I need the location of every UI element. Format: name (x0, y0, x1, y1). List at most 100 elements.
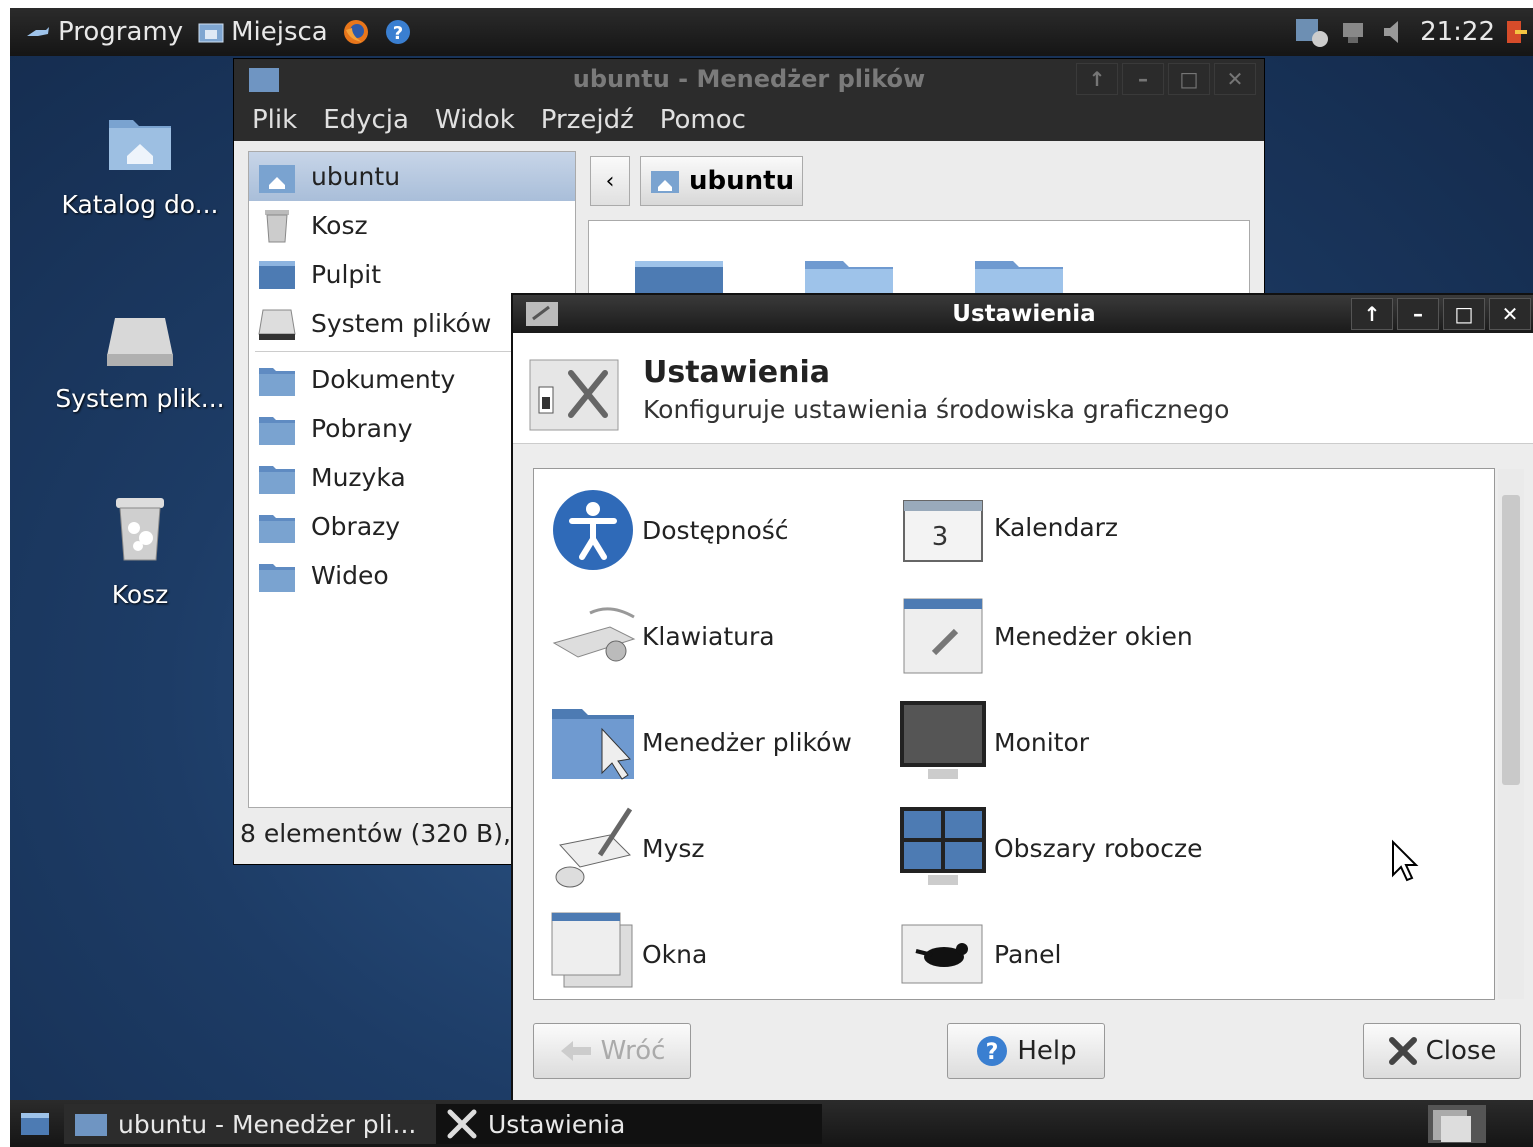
xfce-mouse-icon (27, 27, 49, 36)
desktop-icon-trash-label: Kosz (111, 580, 169, 609)
mouse-icon (555, 807, 633, 888)
keyboard-icon (552, 607, 636, 662)
settings-close-x-button[interactable]: ✕ (1489, 298, 1531, 330)
settings-item-label: Dostępność (642, 515, 789, 545)
settings-item-windows[interactable]: Okna (550, 911, 707, 997)
home-folder-icon (109, 120, 171, 170)
menu-pomoc[interactable]: Pomoc (660, 105, 746, 135)
menu-widok[interactable]: Widok (435, 105, 515, 135)
settings-window[interactable]: Ustawienia ↑ – □ ✕ Ustawienia Konfiguruj… (511, 293, 1533, 1102)
help-icon: ? (977, 1036, 1008, 1066)
taskbar-item-label: ubuntu - Menedżer pli... (118, 1109, 417, 1139)
settings-item-mouse[interactable]: Mysz (550, 805, 705, 891)
help-launcher[interactable]: ? (384, 18, 412, 46)
sidebar-item-trash[interactable]: Kosz (249, 201, 575, 250)
file-manager-window-icon (249, 68, 279, 92)
settings-item-window-manager[interactable]: Menedżer okien (898, 593, 1193, 679)
places-menu[interactable]: Miejsca (197, 17, 328, 47)
settings-minimize-button[interactable]: – (1397, 298, 1439, 330)
desktop-icon-trash[interactable]: Kosz (45, 492, 235, 609)
taskbar-item-file-manager[interactable]: ubuntu - Menedżer pli... (64, 1104, 444, 1144)
settings-item-workspaces[interactable]: Obszary robocze (898, 805, 1202, 891)
settings-raise-button[interactable]: ↑ (1351, 298, 1393, 330)
settings-item-label: Klawiatura (642, 621, 775, 651)
help-button[interactable]: ? Help (947, 1023, 1105, 1079)
menu-edycja[interactable]: Edycja (323, 105, 409, 135)
settings-maximize-button[interactable]: □ (1443, 298, 1485, 330)
folder-icon[interactable] (973, 257, 1065, 297)
settings-item-calendar[interactable]: 3 Kalendarz (898, 487, 1118, 567)
programs-menu-label: Programy (58, 17, 184, 47)
panel-icon (901, 924, 983, 984)
settings-item-label: Kalendarz (994, 512, 1119, 542)
file-manager-menubar: Plik Edycja Widok Przejdź Pomoc (234, 99, 1264, 141)
settings-subtitle: Konfiguruje ustawienia środowiska grafic… (643, 395, 1230, 424)
close-button-label: Close (1425, 1036, 1497, 1066)
desktop-icon-home[interactable]: Katalog do... (45, 112, 235, 219)
workspaces-icon (900, 807, 986, 885)
back-button[interactable]: Wróć (533, 1023, 691, 1079)
drive-icon (107, 318, 173, 366)
taskbar-item-label: Ustawienia (488, 1109, 626, 1139)
settings-item-label: Okna (642, 939, 708, 969)
arrow-left-icon (560, 1041, 591, 1061)
trash-icon (265, 209, 289, 242)
folder-icon (259, 563, 295, 592)
network-manager-icon[interactable] (1340, 17, 1370, 47)
settings-scrollbar[interactable] (1498, 469, 1524, 999)
help-icon: ? (385, 20, 410, 44)
settings-item-keyboard[interactable]: Klawiatura (550, 593, 775, 679)
firefox-launcher[interactable] (342, 18, 370, 46)
fm-close-button[interactable]: ✕ (1214, 63, 1256, 95)
screen-border-top (0, 0, 1533, 8)
close-button[interactable]: Close (1363, 1023, 1521, 1079)
show-desktop-icon[interactable] (20, 1112, 50, 1136)
sidebar-item-label: Wideo (311, 561, 389, 590)
menu-przejdz[interactable]: Przejdź (541, 105, 634, 135)
programs-menu[interactable]: Programy (24, 17, 183, 47)
settings-item-panel[interactable]: Panel (898, 911, 1061, 997)
settings-tools-icon (529, 359, 619, 431)
file-manager-icon (552, 709, 634, 780)
settings-tools-icon (447, 1109, 477, 1139)
top-panel: Programy Miejsca ? 21:22 (10, 8, 1533, 56)
folder-icon (259, 465, 295, 494)
network-tray-icon[interactable] (1294, 15, 1330, 49)
settings-item-monitor[interactable]: Monitor (898, 699, 1089, 785)
sidebar-item-label: Obrazy (311, 512, 401, 541)
sidebar-item-label: Dokumenty (311, 365, 456, 394)
sidebar-item-desktop[interactable]: Pulpit (249, 250, 575, 299)
settings-heading: Ustawienia (643, 355, 831, 390)
fm-minimize-button[interactable]: – (1122, 63, 1164, 95)
workspace-switcher-icon[interactable] (1427, 1104, 1487, 1144)
sidebar-item-ubuntu[interactable]: ubuntu (249, 152, 575, 201)
svg-text:3: 3 (932, 522, 949, 552)
settings-titlebar[interactable]: Ustawienia ↑ – □ ✕ (513, 295, 1533, 333)
volume-icon[interactable] (1380, 17, 1410, 47)
desktop-icon-filesystem[interactable]: System plik... (45, 312, 235, 413)
fm-raise-button[interactable]: ↑ (1076, 63, 1118, 95)
settings-items-grid: Dostępność 3 Kalendarz Klawiatura Menedż… (533, 468, 1524, 1000)
places-menu-label: Miejsca (231, 17, 328, 47)
clock[interactable]: 21:22 (1420, 17, 1495, 47)
folder-icon[interactable] (633, 257, 725, 297)
settings-item-accessibility[interactable]: Dostępność (550, 487, 789, 573)
settings-item-label: Monitor (994, 727, 1090, 757)
help-button-label: Help (1017, 1036, 1077, 1066)
desktop-icon (259, 260, 295, 289)
desktop-icon-home-label: Katalog do... (61, 190, 219, 219)
back-arrow-button[interactable]: ‹ (590, 156, 630, 206)
path-button-ubuntu[interactable]: ubuntu (640, 156, 804, 206)
folder-icon[interactable] (803, 257, 895, 297)
file-manager-titlebar[interactable]: ubuntu - Menedżer plików ↑ – □ ✕ (234, 59, 1264, 99)
settings-item-file-manager[interactable]: Menedżer plików (550, 699, 852, 785)
taskbar-item-settings[interactable]: Ustawienia (436, 1104, 822, 1144)
trash-icon (116, 498, 164, 561)
settings-window-icon (526, 302, 558, 326)
menu-plik[interactable]: Plik (252, 105, 297, 135)
logout-icon[interactable] (1505, 17, 1527, 47)
svg-text:?: ? (393, 23, 403, 44)
mouse-cursor-icon (1392, 839, 1419, 882)
fm-maximize-button[interactable]: □ (1168, 63, 1210, 95)
scrollbar-thumb[interactable] (1502, 495, 1520, 785)
